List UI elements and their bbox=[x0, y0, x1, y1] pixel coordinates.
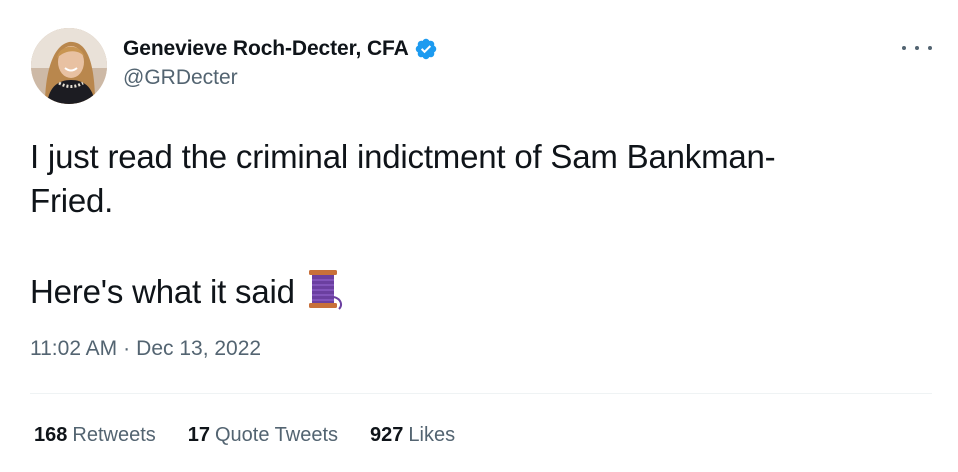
retweets-count: 168 bbox=[34, 424, 68, 446]
name-row: Genevieve Roch-Decter, CFA bbox=[123, 35, 438, 63]
tweet-timestamp[interactable]: 11:02 AM · Dec 13, 2022 bbox=[30, 337, 261, 361]
quote-tweets-label: Quote Tweets bbox=[215, 424, 339, 446]
retweets-stat[interactable]: 168 Retweets bbox=[34, 424, 156, 447]
quote-tweets-stat[interactable]: 17 Quote Tweets bbox=[188, 424, 338, 447]
more-options-icon[interactable] bbox=[902, 38, 932, 58]
thread-spool-icon bbox=[301, 267, 345, 311]
verified-badge-icon bbox=[414, 37, 438, 61]
tweet-card: Genevieve Roch-Decter, CFA @GRDecter I j… bbox=[0, 0, 958, 472]
tweet-date[interactable]: Dec 13, 2022 bbox=[136, 337, 261, 361]
display-name[interactable]: Genevieve Roch-Decter, CFA bbox=[123, 37, 409, 61]
engagement-stats: 168 Retweets 17 Quote Tweets 927 Likes bbox=[34, 424, 487, 447]
tweet-text-line-2: Fried. bbox=[30, 182, 114, 219]
handle[interactable]: @GRDecter bbox=[123, 66, 438, 90]
timestamp-separator: · bbox=[123, 337, 131, 360]
stats-divider bbox=[30, 393, 932, 394]
retweets-label: Retweets bbox=[72, 424, 156, 446]
tweet-text-line-3: Here's what it said bbox=[30, 267, 910, 314]
likes-count: 927 bbox=[370, 424, 404, 446]
author-block: Genevieve Roch-Decter, CFA @GRDecter bbox=[123, 35, 438, 90]
avatar-image bbox=[31, 28, 107, 104]
likes-stat[interactable]: 927 Likes bbox=[370, 424, 455, 447]
likes-label: Likes bbox=[408, 424, 456, 446]
tweet-text: I just read the criminal indictment of S… bbox=[30, 135, 910, 314]
quote-tweets-count: 17 bbox=[187, 424, 210, 446]
avatar[interactable] bbox=[31, 28, 107, 104]
tweet-text-line-1: I just read the criminal indictment of S… bbox=[30, 138, 776, 175]
tweet-time[interactable]: 11:02 AM bbox=[30, 337, 117, 361]
tweet-text-line-3-text: Here's what it said bbox=[30, 273, 295, 310]
